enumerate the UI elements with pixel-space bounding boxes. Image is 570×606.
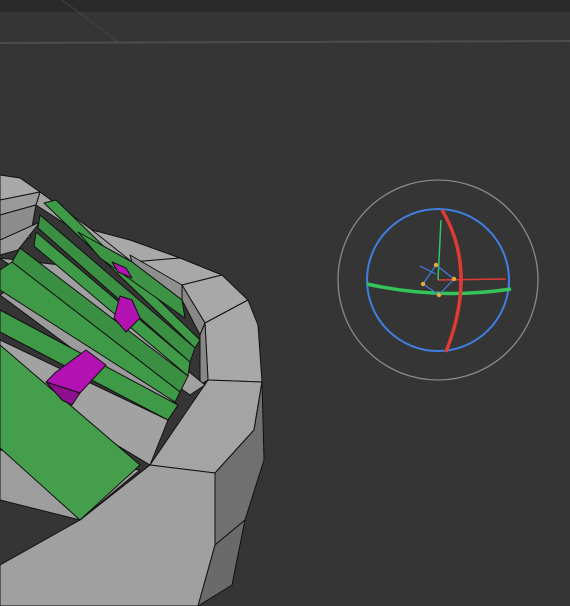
grid-diagonal-line	[61, 0, 121, 44]
gizmo-pivot-point	[420, 281, 426, 287]
gizmo-pivot-point	[451, 276, 457, 282]
gizmo-y-axis[interactable]	[437, 219, 442, 281]
gizmo-pivot-point	[436, 292, 442, 298]
rotate-gizmo-icon[interactable]	[337, 179, 539, 381]
grid-horizon-line	[0, 40, 570, 44]
gizmo-pivot-point	[433, 262, 439, 268]
mesh-object[interactable]	[0, 174, 265, 606]
gizmo-pivot-edge	[419, 265, 437, 275]
3d-viewport[interactable]	[0, 0, 570, 606]
gizmo-y-ring[interactable]	[366, 282, 512, 296]
viewport-scene[interactable]	[0, 0, 570, 606]
gizmo-x-axis[interactable]	[437, 278, 507, 281]
